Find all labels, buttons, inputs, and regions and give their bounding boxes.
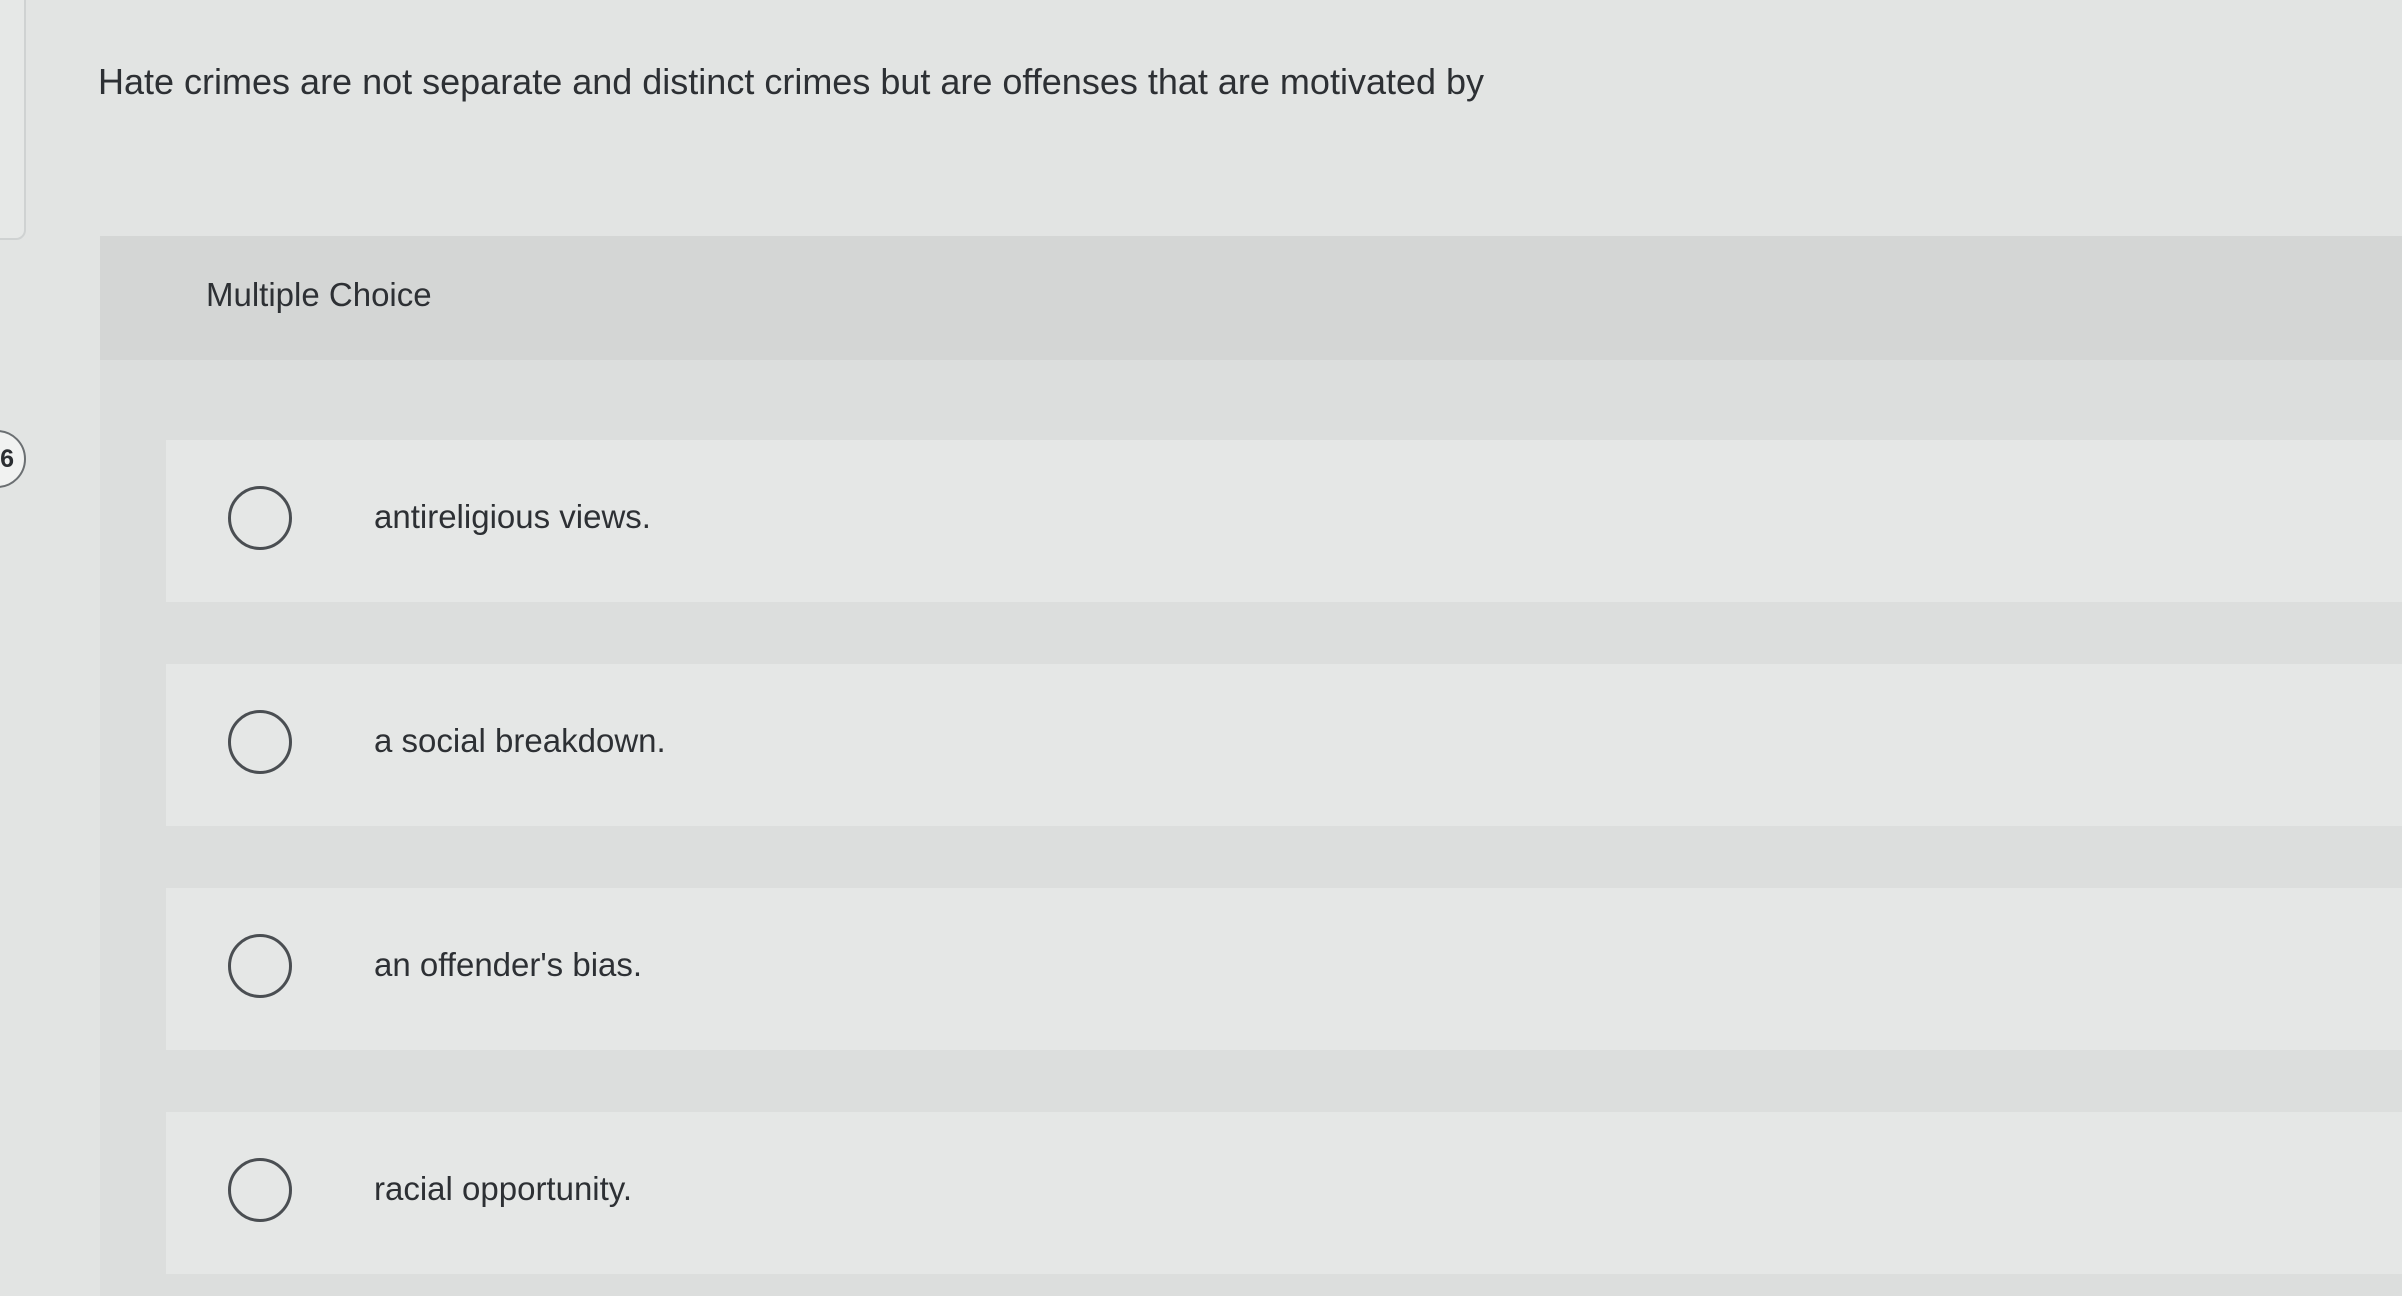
- multiple-choice-panel: Multiple Choice antireligious views. a s…: [100, 236, 2402, 1296]
- radio-button[interactable]: [228, 934, 292, 998]
- multiple-choice-title: Multiple Choice: [206, 276, 432, 313]
- question-prompt: Hate crimes are not separate and distinc…: [98, 61, 1485, 102]
- answer-option-label: antireligious views.: [374, 498, 651, 535]
- side-panel-tab[interactable]: [0, 0, 26, 240]
- answer-option-4[interactable]: racial opportunity.: [166, 1112, 2402, 1274]
- radio-button[interactable]: [228, 1158, 292, 1222]
- radio-button[interactable]: [228, 486, 292, 550]
- answer-option-label: an offender's bias.: [374, 946, 643, 983]
- multiple-choice-header: Multiple Choice: [100, 236, 2402, 360]
- answer-option-label: racial opportunity.: [374, 1170, 633, 1207]
- radio-button[interactable]: [228, 710, 292, 774]
- answer-option-1[interactable]: antireligious views.: [166, 440, 2402, 602]
- answer-option-label: a social breakdown.: [374, 722, 666, 759]
- answer-option-2[interactable]: a social breakdown.: [166, 664, 2402, 826]
- question-number-badge[interactable]: 6: [0, 430, 26, 488]
- answer-option-3[interactable]: an offender's bias.: [166, 888, 2402, 1050]
